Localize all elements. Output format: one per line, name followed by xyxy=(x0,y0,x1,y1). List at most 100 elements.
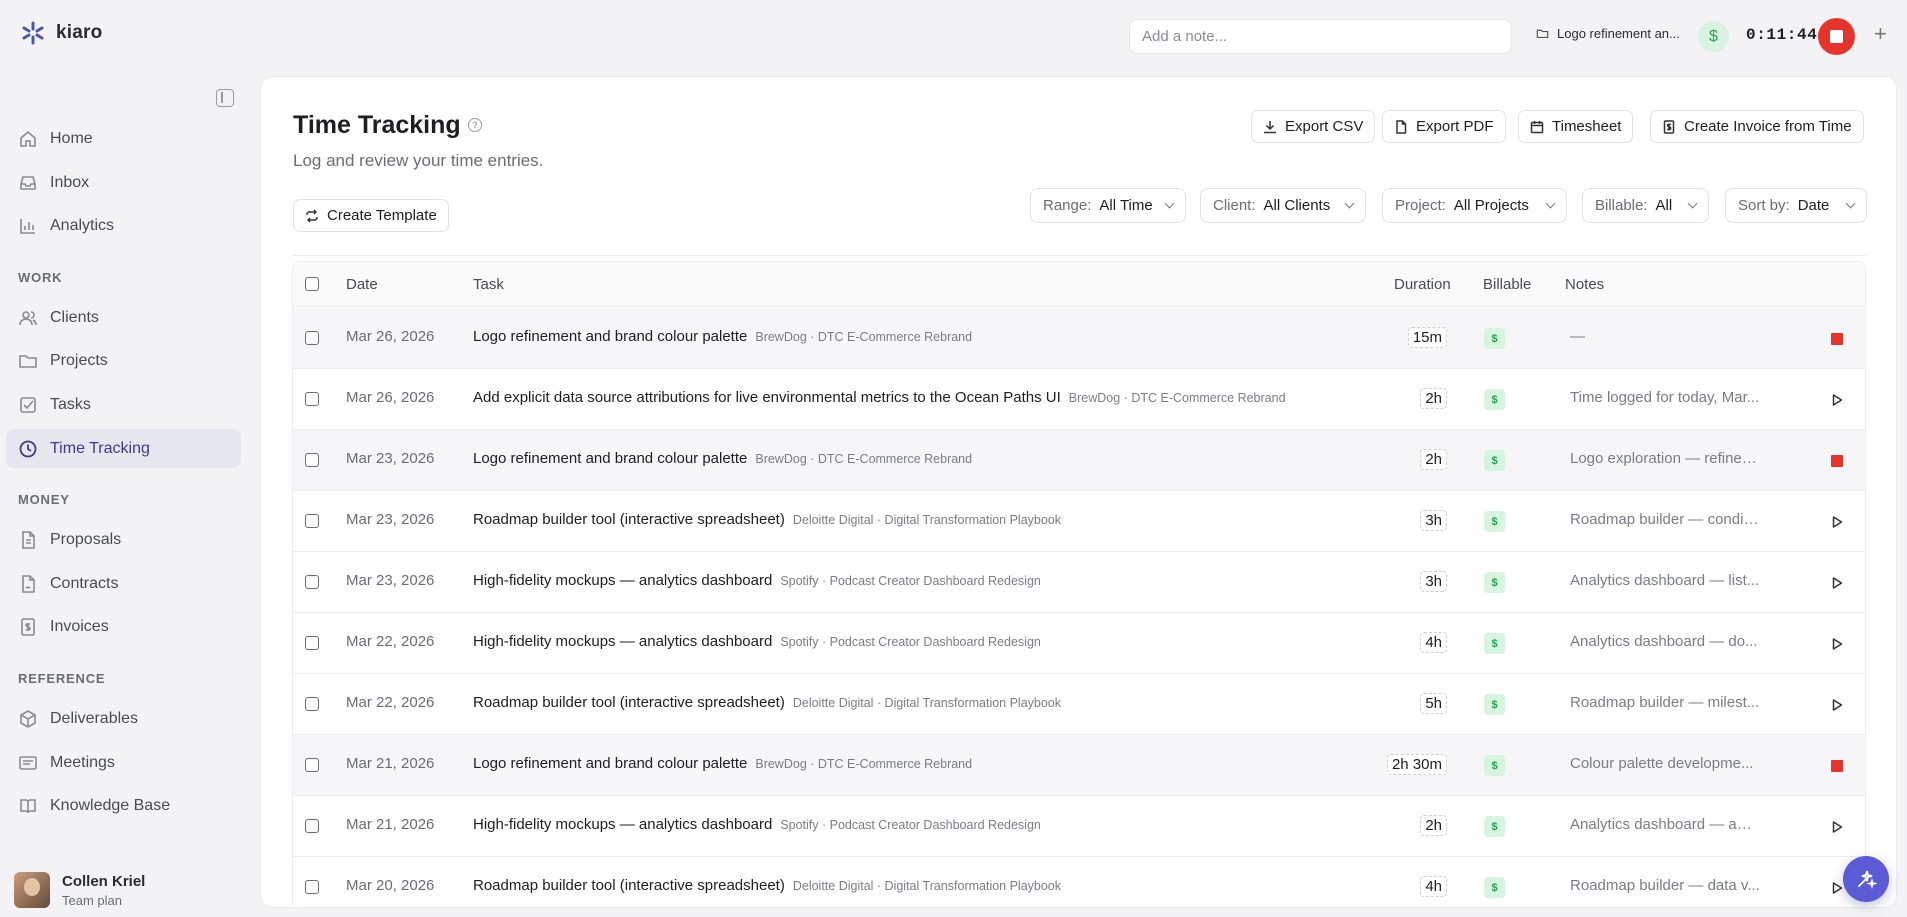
entry-task[interactable]: High-fidelity mockups — analytics dashbo… xyxy=(473,816,1041,833)
add-entry-icon[interactable]: + xyxy=(1874,23,1887,45)
sort-by-filter[interactable]: Sort by: Date xyxy=(1725,188,1867,223)
play-icon[interactable] xyxy=(1830,881,1844,895)
entry-duration[interactable]: 4h xyxy=(1420,632,1447,653)
project-filter[interactable]: Project: All Projects xyxy=(1382,188,1567,223)
row-checkbox[interactable] xyxy=(305,514,319,528)
row-checkbox[interactable] xyxy=(305,758,319,772)
create-template-button[interactable]: Create Template xyxy=(293,199,449,232)
row-checkbox[interactable] xyxy=(305,880,319,894)
select-all-checkbox[interactable] xyxy=(305,277,319,291)
entry-task[interactable]: Logo refinement and brand colour palette… xyxy=(473,328,972,345)
column-header-duration[interactable]: Duration xyxy=(1394,276,1451,293)
user-profile[interactable]: Collen Kriel Team plan xyxy=(14,872,145,908)
sidebar-item-contracts[interactable]: Contracts xyxy=(6,564,241,603)
billable-toggle[interactable]: $ xyxy=(1698,21,1729,52)
row-checkbox[interactable] xyxy=(305,697,319,711)
entry-duration[interactable]: 2h xyxy=(1420,388,1447,409)
entry-task[interactable]: Logo refinement and brand colour palette… xyxy=(473,755,972,772)
note-input[interactable] xyxy=(1129,19,1512,54)
billable-badge[interactable]: $ xyxy=(1484,328,1505,349)
timesheet-button[interactable]: Timesheet xyxy=(1518,110,1634,143)
sidebar-item-knowledge-base[interactable]: Knowledge Base xyxy=(6,786,241,825)
entry-task[interactable]: Add explicit data source attributions fo… xyxy=(473,389,1286,406)
stop-timer-button[interactable] xyxy=(1818,18,1855,55)
stop-icon[interactable] xyxy=(1831,333,1843,345)
table-row[interactable]: Mar 22, 2026 High-fidelity mockups — anal… xyxy=(293,613,1865,674)
sidebar-item-clients[interactable]: Clients xyxy=(6,298,241,337)
billable-badge[interactable]: $ xyxy=(1484,572,1505,593)
table-row[interactable]: Mar 23, 2026 Roadmap builder tool (intera… xyxy=(293,491,1865,552)
export-csv-button[interactable]: Export CSV xyxy=(1251,110,1376,143)
entry-task[interactable]: High-fidelity mockups — analytics dashbo… xyxy=(473,572,1041,589)
entry-task[interactable]: High-fidelity mockups — analytics dashbo… xyxy=(473,633,1041,650)
sidebar-item-time-tracking[interactable]: Time Tracking xyxy=(6,429,241,468)
sidebar-item-projects[interactable]: Projects xyxy=(6,341,241,380)
entry-duration[interactable]: 2h xyxy=(1420,815,1447,836)
ai-assistant-button[interactable] xyxy=(1843,856,1889,902)
sidebar-item-analytics[interactable]: Analytics xyxy=(6,206,241,245)
play-icon[interactable] xyxy=(1830,515,1844,529)
table-row[interactable]: Mar 21, 2026 High-fidelity mockups — anal… xyxy=(293,796,1865,857)
entry-notes: Analytics dashboard — do... xyxy=(1570,633,1758,650)
folder-icon xyxy=(19,354,37,368)
sidebar-item-proposals[interactable]: Proposals xyxy=(6,520,241,559)
sidebar-item-home[interactable]: Home xyxy=(6,119,241,158)
billable-badge[interactable]: $ xyxy=(1484,511,1505,532)
table-row[interactable]: Mar 20, 2026 Roadmap builder tool (intera… xyxy=(293,857,1865,909)
play-icon[interactable] xyxy=(1830,698,1844,712)
entry-duration[interactable]: 3h xyxy=(1420,571,1447,592)
table-row[interactable]: Mar 26, 2026 Logo refinement and brand co… xyxy=(293,308,1865,369)
sidebar-item-tasks[interactable]: Tasks xyxy=(6,385,241,424)
sidebar-item-inbox[interactable]: Inbox xyxy=(6,163,241,202)
create-invoice-button[interactable]: Create Invoice from Time xyxy=(1650,110,1864,143)
table-row[interactable]: Mar 22, 2026 Roadmap builder tool (intera… xyxy=(293,674,1865,735)
entry-duration[interactable]: 3h xyxy=(1420,510,1447,531)
table-row[interactable]: Mar 23, 2026 Logo refinement and brand co… xyxy=(293,430,1865,491)
table-row[interactable]: Mar 21, 2026 Logo refinement and brand co… xyxy=(293,735,1865,796)
billable-badge[interactable]: $ xyxy=(1484,633,1505,654)
sidebar-item-meetings[interactable]: Meetings xyxy=(6,743,241,782)
sidebar-item-deliverables[interactable]: Deliverables xyxy=(6,699,241,738)
row-checkbox[interactable] xyxy=(305,636,319,650)
help-icon[interactable]: ? xyxy=(468,118,482,132)
row-checkbox[interactable] xyxy=(305,575,319,589)
play-icon[interactable] xyxy=(1830,576,1844,590)
export-pdf-button[interactable]: Export PDF xyxy=(1382,110,1506,143)
range-filter[interactable]: Range: All Time xyxy=(1030,188,1186,223)
sidebar-item-invoices[interactable]: Invoices xyxy=(6,607,241,646)
play-icon[interactable] xyxy=(1830,393,1844,407)
billable-badge[interactable]: $ xyxy=(1484,755,1505,776)
play-icon[interactable] xyxy=(1830,637,1844,651)
stop-icon[interactable] xyxy=(1831,760,1843,772)
column-header-billable[interactable]: Billable xyxy=(1483,276,1531,293)
table-row[interactable]: Mar 23, 2026 High-fidelity mockups — anal… xyxy=(293,552,1865,613)
entry-task[interactable]: Logo refinement and brand colour palette… xyxy=(473,450,972,467)
play-icon[interactable] xyxy=(1830,820,1844,834)
entry-task[interactable]: Roadmap builder tool (interactive spread… xyxy=(473,877,1061,894)
client-filter[interactable]: Client: All Clients xyxy=(1200,188,1366,223)
billable-badge[interactable]: $ xyxy=(1484,816,1505,837)
row-checkbox[interactable] xyxy=(305,331,319,345)
row-checkbox[interactable] xyxy=(305,819,319,833)
column-header-date[interactable]: Date xyxy=(346,276,378,293)
row-checkbox[interactable] xyxy=(305,453,319,467)
entry-duration[interactable]: 4h xyxy=(1420,876,1447,897)
entry-duration[interactable]: 5h xyxy=(1420,693,1447,714)
table-row[interactable]: Mar 26, 2026 Add explicit data source att… xyxy=(293,369,1865,430)
entry-duration[interactable]: 2h xyxy=(1420,449,1447,470)
entry-duration[interactable]: 2h 30m xyxy=(1386,754,1447,775)
brand-logo[interactable]: kiaro xyxy=(20,20,102,46)
entry-task[interactable]: Roadmap builder tool (interactive spread… xyxy=(473,511,1061,528)
row-checkbox[interactable] xyxy=(305,392,319,406)
billable-badge[interactable]: $ xyxy=(1484,389,1505,410)
entry-task[interactable]: Roadmap builder tool (interactive spread… xyxy=(473,694,1061,711)
entry-duration[interactable]: 15m xyxy=(1407,327,1447,348)
billable-badge[interactable]: $ xyxy=(1484,694,1505,715)
stop-icon[interactable] xyxy=(1831,455,1843,467)
billable-badge[interactable]: $ xyxy=(1484,877,1505,898)
column-header-task[interactable]: Task xyxy=(473,276,504,293)
billable-badge[interactable]: $ xyxy=(1484,450,1505,471)
sidebar-collapse-icon[interactable] xyxy=(216,89,234,107)
timer-project-selector[interactable]: Logo refinement an... xyxy=(1536,26,1680,41)
billable-filter[interactable]: Billable: All xyxy=(1582,188,1709,223)
